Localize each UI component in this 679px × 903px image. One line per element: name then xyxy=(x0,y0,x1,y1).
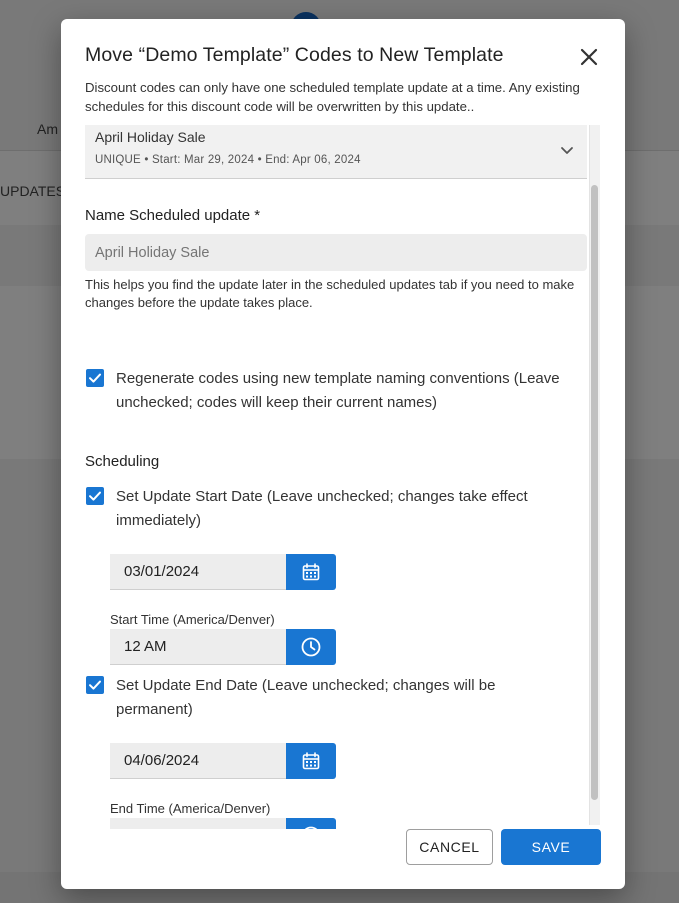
check-icon xyxy=(89,680,101,690)
start-time-input[interactable]: 12 AM xyxy=(110,629,286,665)
start-date-checkbox[interactable] xyxy=(86,487,104,505)
close-icon xyxy=(580,48,598,66)
scrollbar-thumb[interactable] xyxy=(591,185,598,800)
check-icon xyxy=(89,491,101,501)
end-date-label: Set Update End Date (Leave unchecked; ch… xyxy=(116,677,496,718)
name-field-helper: This helps you find the update later in … xyxy=(85,277,575,310)
close-button[interactable] xyxy=(577,45,601,69)
move-codes-dialog: Move “Demo Template” Codes to New Templa… xyxy=(61,19,625,889)
end-time-label: End Time (America/Denver) xyxy=(110,801,271,816)
start-date-input[interactable]: 03/01/2024 xyxy=(110,554,286,590)
start-date-label: Set Update Start Date (Leave unchecked; … xyxy=(116,488,528,529)
regenerate-codes-checkbox[interactable] xyxy=(86,369,104,387)
template-select[interactable]: April Holiday Sale UNIQUE • Start: Mar 2… xyxy=(85,125,587,179)
dialog-scroll-area[interactable]: April Holiday Sale UNIQUE • Start: Mar 2… xyxy=(61,125,625,829)
chevron-down-icon xyxy=(561,147,573,154)
template-select-meta: UNIQUE • Start: Mar 29, 2024 • End: Apr … xyxy=(95,154,361,166)
name-field-label: Name Scheduled update * xyxy=(85,207,261,224)
scheduling-heading: Scheduling xyxy=(85,453,160,470)
end-date-picker-button[interactable] xyxy=(286,743,336,779)
template-select-name: April Holiday Sale xyxy=(95,129,206,145)
start-date-picker-button[interactable] xyxy=(286,554,336,590)
start-time-label: Start Time (America/Denver) xyxy=(110,612,275,627)
start-time-picker-button[interactable] xyxy=(286,629,336,665)
dialog-description: Discount codes can only have one schedul… xyxy=(85,80,580,114)
calendar-icon xyxy=(302,563,320,581)
end-time-picker-button[interactable] xyxy=(286,818,336,829)
clock-icon xyxy=(301,637,321,657)
end-time-input[interactable]: 12 AM xyxy=(110,818,286,829)
end-date-input[interactable]: 04/06/2024 xyxy=(110,743,286,779)
scheduled-update-name-input[interactable] xyxy=(85,234,587,271)
save-button[interactable]: SAVE xyxy=(501,829,601,865)
regenerate-codes-label: Regenerate codes using new template nami… xyxy=(116,370,560,411)
dialog-title: Move “Demo Template” Codes to New Templa… xyxy=(85,44,504,66)
clock-icon xyxy=(304,826,318,829)
calendar-icon xyxy=(302,752,320,770)
check-icon xyxy=(89,373,101,383)
end-date-checkbox[interactable] xyxy=(86,676,104,694)
cancel-button[interactable]: CANCEL xyxy=(406,829,493,865)
